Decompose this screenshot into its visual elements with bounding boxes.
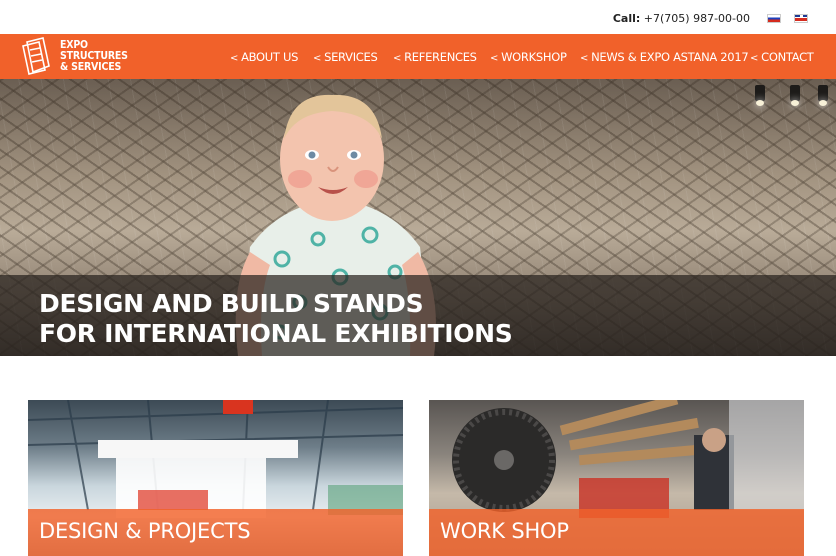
- flag-russia-icon[interactable]: [767, 14, 781, 23]
- nav-item-about-us[interactable]: < ABOUT US: [230, 50, 298, 64]
- nav-item-services[interactable]: < SERVICES: [313, 50, 378, 64]
- nav-menu: < ABOUT US < SERVICES < REFERENCES < WORKSHO…: [0, 50, 836, 64]
- flag-uk-icon[interactable]: [794, 14, 808, 23]
- main-navbar: EXPO STRUCTURES & SERVICES < ABOUT US < SE…: [0, 34, 836, 79]
- hero-banner: DESIGN AND BUILD STANDS FOR INTERNATIONA…: [0, 79, 836, 356]
- nav-item-label: WORKSHOP: [501, 50, 567, 64]
- nav-item-references[interactable]: < REFERENCES: [393, 50, 477, 64]
- phone-contact[interactable]: Call: +7(705) 987-00-00: [613, 12, 750, 25]
- nav-item-contact[interactable]: < CONTACT: [750, 50, 814, 64]
- nav-item-label: NEWS & EXPO ASTANA 2017: [591, 50, 749, 64]
- nav-item-label: ABOUT US: [241, 50, 299, 64]
- chevron-left-icon: <: [580, 53, 589, 64]
- nav-item-label: REFERENCES: [404, 50, 477, 64]
- nav-item-label: SERVICES: [324, 50, 378, 64]
- card-title: WORK SHOP: [440, 519, 569, 543]
- nav-item-label: CONTACT: [761, 50, 814, 64]
- hero-title: DESIGN AND BUILD STANDS FOR INTERNATIONA…: [39, 289, 513, 349]
- chevron-left-icon: <: [490, 53, 499, 64]
- card-title: DESIGN & PROJECTS: [39, 519, 251, 543]
- hero-title-line: FOR INTERNATIONAL EXHIBITIONS: [39, 319, 513, 348]
- chevron-left-icon: <: [750, 53, 759, 64]
- card-work-shop[interactable]: WORK SHOP: [429, 400, 804, 556]
- call-label: Call:: [612, 12, 641, 25]
- chevron-left-icon: <: [393, 53, 402, 64]
- top-bar: Call: +7(705) 987-00-00: [0, 0, 836, 34]
- card-design-projects[interactable]: DESIGN & PROJECTS: [28, 400, 403, 556]
- spotlight-icon: [755, 85, 765, 106]
- chevron-left-icon: <: [313, 53, 322, 64]
- spotlight-icon: [790, 85, 800, 106]
- phone-number[interactable]: +7(705) 987-00-00: [644, 12, 750, 25]
- chevron-left-icon: <: [230, 53, 239, 64]
- nav-item-workshop[interactable]: < WORKSHOP: [490, 50, 567, 64]
- spotlight-icon: [818, 85, 828, 106]
- hero-title-line: DESIGN AND BUILD STANDS: [39, 289, 424, 318]
- nav-item-news[interactable]: < NEWS & EXPO ASTANA 2017: [580, 50, 749, 64]
